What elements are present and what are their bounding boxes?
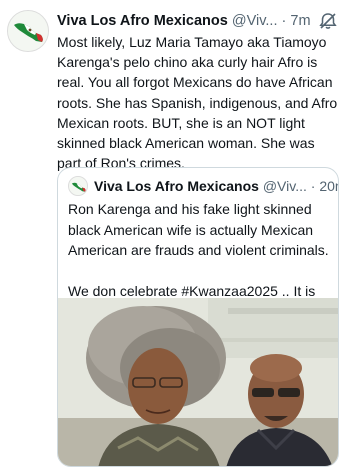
quoted-tweet-photo[interactable] (58, 298, 338, 466)
user-handle[interactable]: @Viv... (232, 13, 278, 29)
quoted-display-name: Viva Los Afro Mexicanos (94, 178, 259, 194)
mexico-map-flag-avatar-icon (69, 177, 87, 195)
quoted-tweet-card[interactable]: Viva Los Afro Mexicanos @Viv... · 20m Ro… (57, 167, 339, 467)
quoted-avatar[interactable] (68, 176, 88, 196)
quoted-user-handle: @Viv... (262, 178, 307, 194)
quoted-tweet-header: Viva Los Afro Mexicanos @Viv... · 20m (94, 177, 338, 195)
quoted-timestamp: 20m (319, 178, 338, 194)
mute-bell-icon[interactable] (317, 12, 339, 30)
photo-image (58, 298, 338, 466)
tweet-header: Viva Los Afro Mexicanos @Viv... · 7m (57, 11, 342, 31)
separator: · (281, 13, 287, 29)
quoted-text-paragraph-1: Ron Karenga and his fake light skinned b… (68, 201, 329, 258)
mexico-map-flag-avatar-icon (8, 11, 48, 51)
avatar[interactable] (7, 10, 49, 52)
quoted-separator: · (310, 178, 316, 194)
display-name[interactable]: Viva Los Afro Mexicanos (57, 13, 228, 29)
tweet-text: Most likely, Luz Maria Tamayo aka Tiamoy… (57, 34, 338, 172)
timestamp[interactable]: 7m (290, 13, 310, 29)
